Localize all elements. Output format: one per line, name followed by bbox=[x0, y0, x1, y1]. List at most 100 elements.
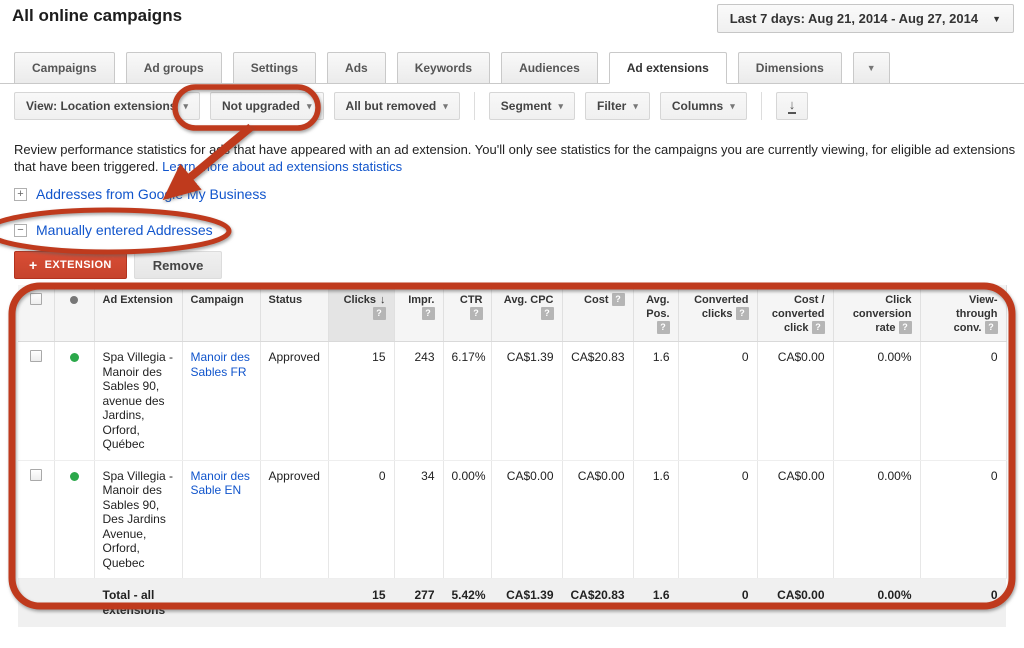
column-header-avg-cpc[interactable]: Avg. CPC? bbox=[491, 285, 562, 342]
toolbar-separator bbox=[474, 92, 475, 120]
gmb-addresses-link[interactable]: Addresses from Google My Business bbox=[36, 186, 266, 202]
converted-clicks-cell: 0 bbox=[678, 460, 757, 579]
converted-clicks-cell: 0 bbox=[678, 342, 757, 461]
help-icon[interactable]: ? bbox=[736, 307, 749, 320]
tab-ads[interactable]: Ads bbox=[327, 52, 386, 84]
table-toolbar: View: Location extensions ▾ Not upgraded… bbox=[14, 92, 808, 120]
column-header-ad-extension[interactable]: Ad Extension bbox=[94, 285, 182, 342]
avg-cpc-cell: CA$0.00 bbox=[491, 460, 562, 579]
help-icon[interactable]: ? bbox=[657, 321, 670, 334]
upgrade-filter-button[interactable]: Not upgraded ▾ bbox=[210, 92, 324, 120]
table-row: Spa Villegia - Manoir des Sables 90, Des… bbox=[18, 460, 1006, 579]
tab-settings[interactable]: Settings bbox=[233, 52, 316, 84]
help-icon[interactable]: ? bbox=[541, 307, 554, 320]
chevron-down-icon: ▾ bbox=[307, 101, 312, 112]
table-row: Spa Villegia - Manoir des Sables 90, ave… bbox=[18, 342, 1006, 461]
date-range-label: Last 7 days: Aug 21, 2014 - Aug 27, 2014 bbox=[730, 11, 978, 26]
tab-audiences[interactable]: Audiences bbox=[501, 52, 598, 84]
download-button[interactable]: ↓ bbox=[776, 92, 809, 120]
help-icon[interactable]: ? bbox=[985, 321, 998, 334]
total-avg-pos: 1.6 bbox=[633, 579, 678, 628]
chevron-down-icon: ▾ bbox=[730, 101, 735, 112]
view-selector-button[interactable]: View: Location extensions ▾ bbox=[14, 92, 200, 120]
tab-ad-groups[interactable]: Ad groups bbox=[126, 52, 222, 84]
column-header-view-through-conv[interactable]: View-through conv.? bbox=[920, 285, 1006, 342]
help-icon[interactable]: ? bbox=[470, 307, 483, 320]
page-title: All online campaigns bbox=[12, 6, 182, 26]
removed-filter-button[interactable]: All but removed ▾ bbox=[334, 92, 460, 120]
status-cell: Approved bbox=[260, 460, 328, 579]
filter-button[interactable]: Filter ▾ bbox=[585, 92, 650, 120]
download-icon: ↓ bbox=[788, 99, 797, 114]
chevron-down-icon: ▼ bbox=[992, 14, 1001, 24]
total-converted-clicks: 0 bbox=[678, 579, 757, 628]
sort-descending-icon: ↓ bbox=[380, 294, 386, 306]
total-impressions: 277 bbox=[394, 579, 443, 628]
column-header-cost-per-converted-click[interactable]: Cost / converted click? bbox=[757, 285, 833, 342]
column-header-click-conversion-rate[interactable]: Click conversion rate? bbox=[833, 285, 920, 342]
column-header-cost[interactable]: Cost? bbox=[562, 285, 633, 342]
columns-button[interactable]: Columns ▾ bbox=[660, 92, 747, 120]
status-dot-icon bbox=[70, 296, 78, 304]
more-tabs-button[interactable]: ▼ bbox=[853, 52, 890, 84]
help-icon[interactable]: ? bbox=[373, 307, 386, 320]
view-through-conv-cell: 0 bbox=[920, 342, 1006, 461]
plus-icon: + bbox=[29, 257, 38, 273]
total-ctr: 5.42% bbox=[443, 579, 491, 628]
expand-icon[interactable]: + bbox=[14, 188, 27, 201]
total-avg-cpc: CA$1.39 bbox=[491, 579, 562, 628]
column-header-clicks[interactable]: Clicks↓? bbox=[328, 285, 394, 342]
total-clicks: 15 bbox=[328, 579, 394, 628]
add-extension-button[interactable]: + EXTENSION bbox=[14, 251, 127, 279]
impressions-cell: 34 bbox=[394, 460, 443, 579]
cost-cell: CA$0.00 bbox=[562, 460, 633, 579]
toolbar-separator bbox=[761, 92, 762, 120]
tabbar: Campaigns Ad groups Settings Ads Keyword… bbox=[14, 52, 890, 84]
section-google-my-business: + Addresses from Google My Business bbox=[14, 186, 266, 202]
click-conversion-rate-cell: 0.00% bbox=[833, 342, 920, 461]
column-header-avg-pos[interactable]: Avg. Pos.? bbox=[633, 285, 678, 342]
select-all-checkbox[interactable] bbox=[30, 293, 42, 305]
help-icon[interactable]: ? bbox=[812, 321, 825, 334]
total-cost-per-converted-click: CA$0.00 bbox=[757, 579, 833, 628]
column-header-ctr[interactable]: CTR? bbox=[443, 285, 491, 342]
tab-campaigns[interactable]: Campaigns bbox=[14, 52, 115, 84]
total-label: Total - all extensions bbox=[94, 579, 182, 628]
tab-keywords[interactable]: Keywords bbox=[397, 52, 490, 84]
column-header-impressions[interactable]: Impr.? bbox=[394, 285, 443, 342]
date-range-selector[interactable]: Last 7 days: Aug 21, 2014 - Aug 27, 2014… bbox=[717, 4, 1014, 33]
row-checkbox[interactable] bbox=[30, 469, 42, 481]
manual-addresses-link[interactable]: Manually entered Addresses bbox=[36, 222, 213, 238]
chevron-down-icon: ▾ bbox=[443, 101, 448, 112]
chevron-down-icon: ▾ bbox=[633, 101, 638, 112]
select-all-header bbox=[18, 285, 54, 342]
column-header-campaign[interactable]: Campaign bbox=[182, 285, 260, 342]
learn-more-link[interactable]: Learn more about ad extensions statistic… bbox=[162, 159, 402, 174]
column-header-status[interactable]: Status bbox=[260, 285, 328, 342]
row-checkbox[interactable] bbox=[30, 350, 42, 362]
collapse-icon[interactable]: − bbox=[14, 224, 27, 237]
avg-pos-cell: 1.6 bbox=[633, 460, 678, 579]
tab-dimensions[interactable]: Dimensions bbox=[738, 52, 842, 84]
column-header-converted-clicks[interactable]: Converted clicks? bbox=[678, 285, 757, 342]
segment-button[interactable]: Segment ▾ bbox=[489, 92, 575, 120]
campaign-link[interactable]: Manoir des Sables FR bbox=[191, 350, 250, 379]
help-icon[interactable]: ? bbox=[422, 307, 435, 320]
total-click-conversion-rate: 0.00% bbox=[833, 579, 920, 628]
tab-ad-extensions[interactable]: Ad extensions bbox=[609, 52, 727, 84]
table-header-row: Ad Extension Campaign Status Clicks↓? Im… bbox=[18, 285, 1006, 342]
help-icon[interactable]: ? bbox=[899, 321, 912, 334]
chevron-down-icon: ▼ bbox=[867, 63, 876, 73]
description-text: Review performance statistics for ads th… bbox=[14, 141, 1016, 175]
ad-extension-cell: Spa Villegia - Manoir des Sables 90, Des… bbox=[94, 460, 182, 579]
status-cell: Approved bbox=[260, 342, 328, 461]
campaign-link[interactable]: Manoir des Sable EN bbox=[191, 469, 250, 498]
help-icon[interactable]: ? bbox=[612, 293, 625, 306]
extensions-table: Ad Extension Campaign Status Clicks↓? Im… bbox=[18, 285, 1006, 627]
clicks-cell: 0 bbox=[328, 460, 394, 579]
avg-cpc-cell: CA$1.39 bbox=[491, 342, 562, 461]
ctr-cell: 0.00% bbox=[443, 460, 491, 579]
status-dot-header bbox=[54, 285, 94, 342]
remove-button[interactable]: Remove bbox=[134, 251, 223, 279]
cost-per-converted-click-cell: CA$0.00 bbox=[757, 460, 833, 579]
